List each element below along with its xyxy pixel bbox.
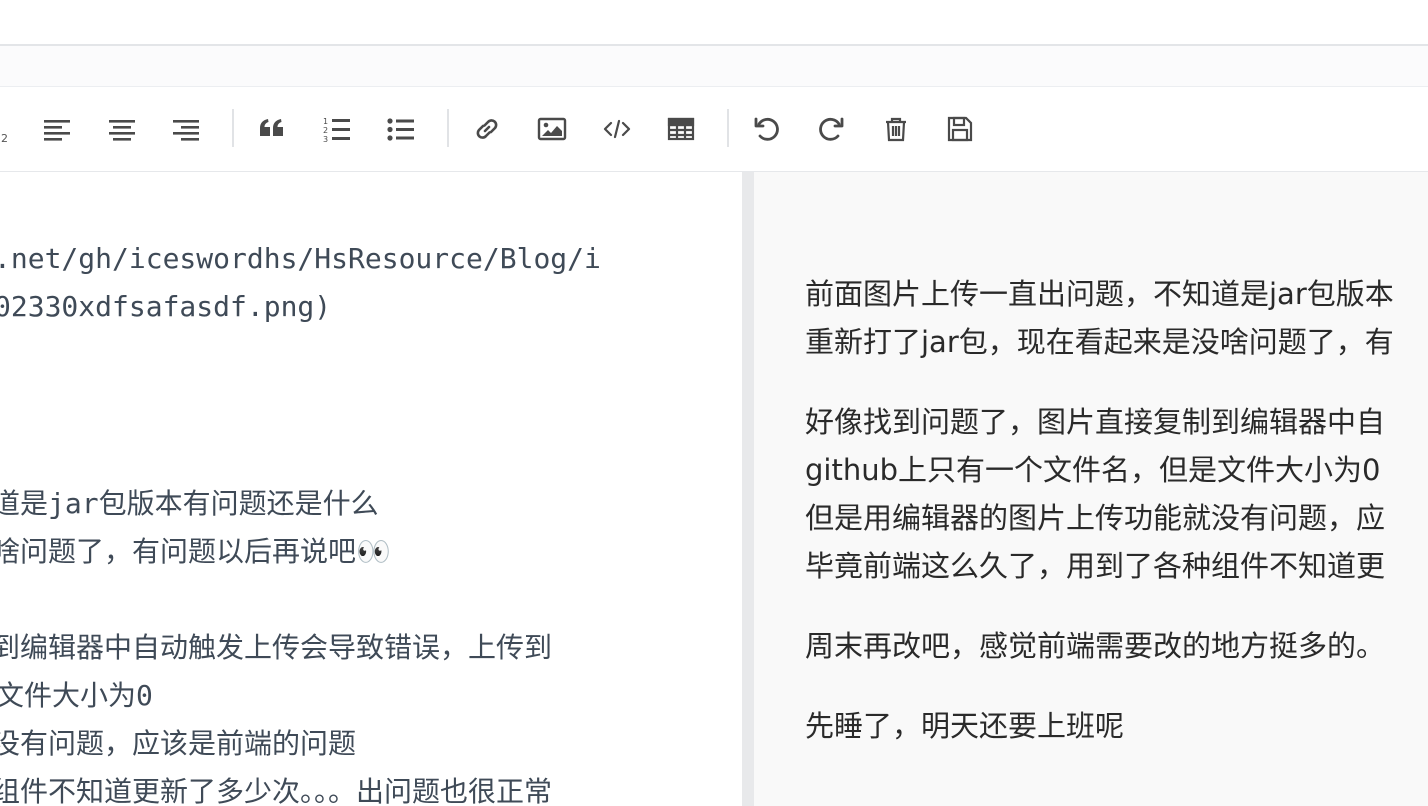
link-icon (476, 119, 498, 139)
editor-line: .net/gh/iceswordhs/HsResource/Blog/i (0, 242, 601, 275)
preview-paragraph: 但是用编辑器的图片上传功能就没有问题，应 (805, 501, 1386, 535)
align-right-button[interactable] (164, 107, 208, 151)
quote-icon (260, 119, 283, 136)
trash-button[interactable] (874, 107, 918, 151)
preview-paragraph: 先睡了，明天还要上班呢 (805, 709, 1125, 743)
preview-paragraph: 好像找到问题了，图片直接复制到编辑器中自 (805, 405, 1386, 439)
align-left-icon (44, 120, 70, 141)
toolbar-divider (447, 109, 449, 147)
subscript-button[interactable]: 2 (0, 107, 22, 151)
markdown-preview: 前面图片上传一直出问题，不知道是jar包版本 重新打了jar包，现在看起来是没啥… (754, 172, 1428, 806)
redo-button[interactable] (809, 107, 853, 151)
toolbar-divider (727, 109, 729, 147)
editor-line: 02330xdfsafasdf.png) (0, 290, 332, 323)
image-icon (537, 117, 567, 141)
svg-text:3: 3 (323, 135, 328, 144)
editor-line: 没有问题，应该是前端的问题 (0, 727, 357, 760)
code-button[interactable] (595, 107, 639, 151)
preview-paragraph: github上只有一个文件名，但是文件大小为0 (805, 453, 1381, 487)
link-button[interactable] (465, 107, 509, 151)
table-button[interactable] (659, 107, 703, 151)
editor-toolbar: 2 1 2 3 (0, 86, 1428, 172)
svg-text:2: 2 (323, 126, 328, 135)
markdown-editor[interactable]: .net/gh/iceswordhs/HsResource/Blog/i 023… (0, 172, 742, 806)
unordered-list-button[interactable] (379, 107, 423, 151)
top-bar (0, 0, 1428, 46)
redo-icon (819, 117, 844, 141)
save-icon (947, 116, 973, 142)
svg-text:2: 2 (1, 132, 8, 144)
align-right-icon (173, 120, 199, 141)
align-center-button[interactable] (100, 107, 144, 151)
toolbar-divider (232, 109, 234, 147)
align-center-icon (109, 120, 135, 141)
unordered-list-icon (387, 118, 414, 141)
editor-line: 啥问题了，有问题以后再说吧👀 (0, 535, 391, 568)
align-left-button[interactable] (35, 107, 79, 151)
ordered-list-button[interactable]: 1 2 3 (315, 107, 359, 151)
quote-button[interactable] (250, 107, 294, 151)
table-icon (667, 117, 695, 141)
svg-text:1: 1 (323, 117, 328, 126)
editor-line: 组件不知道更新了多少次。。。出问题也很正常 (0, 775, 553, 806)
trash-icon (886, 117, 906, 142)
editor-line: 道是jar包版本有问题还是什么 (0, 487, 379, 520)
image-button[interactable] (530, 107, 574, 151)
ordered-list-icon: 1 2 3 (323, 117, 350, 144)
editor-line: 到编辑器中自动触发上传会导致错误，上传到 (0, 631, 553, 664)
preview-paragraph: 毕竟前端这么久了，用到了各种组件不知道更 (805, 549, 1386, 583)
header-gap (0, 46, 1428, 86)
code-icon (603, 119, 631, 139)
subscript-icon: 2 (1, 132, 8, 144)
preview-paragraph: 周末再改吧，感觉前端需要改的地方挺多的。 (805, 629, 1386, 663)
undo-icon (754, 117, 779, 141)
pane-splitter[interactable] (742, 172, 754, 806)
preview-paragraph: 重新打了jar包，现在看起来是没啥问题了，有 (805, 325, 1394, 359)
preview-paragraph: 前面图片上传一直出问题，不知道是jar包版本 (805, 277, 1394, 311)
undo-button[interactable] (745, 107, 789, 151)
editor-line: 文件大小为0 (0, 679, 153, 712)
save-button[interactable] (938, 107, 982, 151)
